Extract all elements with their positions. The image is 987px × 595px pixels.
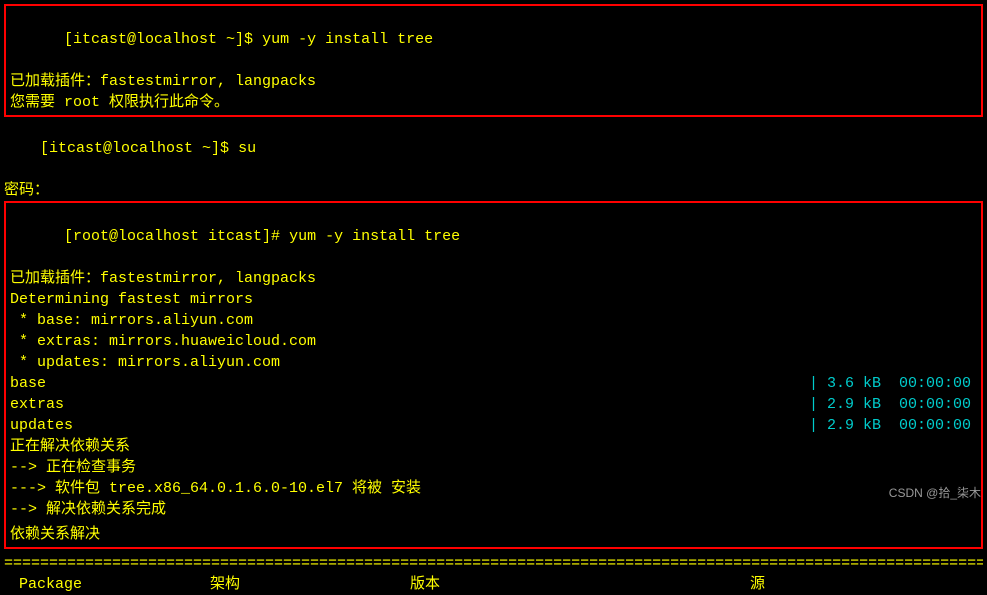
watermark-text: CSDN @拾_柒木	[889, 484, 981, 501]
plugin-loaded-line: 已加载插件：fastestmirror, langpacks	[10, 71, 977, 92]
resolving-deps: 正在解决依赖关系	[10, 436, 977, 457]
header-version: 版本	[410, 574, 750, 595]
repo-extras-row: extras | 2.9 kB 00:00:00	[10, 394, 977, 415]
header-source: 源	[750, 574, 977, 595]
terminal-output: [itcast@localhost ~]$ yum -y install tre…	[0, 0, 987, 595]
package-install-line: ---> 软件包 tree.x86_64.0.1.6.0-10.el7 将被 安…	[10, 478, 977, 499]
su-prompt-line[interactable]: [itcast@localhost ~]$ su	[4, 117, 983, 180]
determining-mirrors: Determining fastest mirrors	[10, 289, 977, 310]
plugin-loaded-line-2: 已加载插件：fastestmirror, langpacks	[10, 268, 977, 289]
root-command: yum -y install tree	[289, 228, 460, 245]
repo-size: | 2.9 kB 00:00:00	[809, 394, 977, 415]
highlight-box-user-attempt: [itcast@localhost ~]$ yum -y install tre…	[4, 4, 983, 117]
su-command: su	[238, 140, 256, 157]
header-arch: 架构	[210, 574, 410, 595]
repo-size: | 2.9 kB 00:00:00	[809, 415, 977, 436]
repo-name: base	[10, 373, 46, 394]
table-divider: ========================================…	[4, 553, 983, 574]
root-prompt: [root@localhost itcast]#	[64, 228, 289, 245]
mirror-base: * base: mirrors.aliyun.com	[10, 310, 977, 331]
repo-updates-row: updates | 2.9 kB 00:00:00	[10, 415, 977, 436]
command-text: yum -y install tree	[262, 31, 433, 48]
need-root-line: 您需要 root 权限执行此命令。	[10, 92, 977, 113]
highlight-box-root-install: [root@localhost itcast]# yum -y install …	[4, 201, 983, 549]
repo-base-row: base | 3.6 kB 00:00:00	[10, 373, 977, 394]
user-prompt: [itcast@localhost ~]$	[64, 31, 262, 48]
repo-name: extras	[10, 394, 64, 415]
root-prompt-line[interactable]: [root@localhost itcast]# yum -y install …	[10, 205, 977, 268]
mirror-extras: * extras: mirrors.huaweicloud.com	[10, 331, 977, 352]
password-label: 密码：	[4, 180, 983, 201]
header-package: Package	[10, 574, 210, 595]
user-prompt-2: [itcast@localhost ~]$	[40, 140, 238, 157]
repo-size: | 3.6 kB 00:00:00	[809, 373, 977, 394]
mirror-updates: * updates: mirrors.aliyun.com	[10, 352, 977, 373]
repo-name: updates	[10, 415, 73, 436]
table-header-row: Package 架构 版本 源	[4, 574, 983, 595]
deps-resolved: 依赖关系解决	[10, 524, 977, 545]
checking-transaction: --> 正在检查事务	[10, 457, 977, 478]
resolve-done: --> 解决依赖关系完成	[10, 499, 977, 520]
prompt-line-1[interactable]: [itcast@localhost ~]$ yum -y install tre…	[10, 8, 977, 71]
